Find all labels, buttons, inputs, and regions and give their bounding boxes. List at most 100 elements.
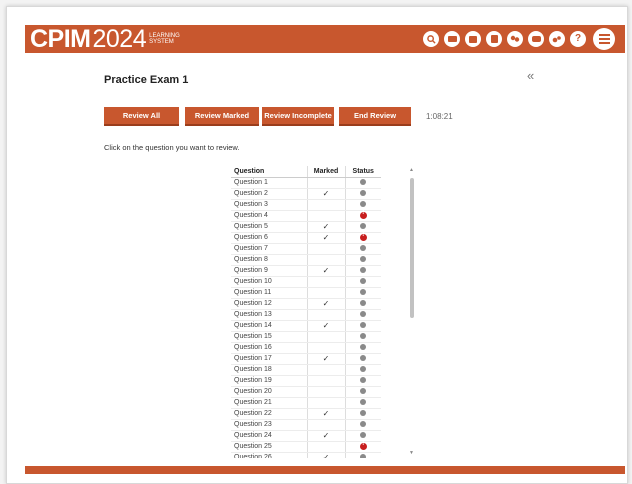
table-row[interactable]: Question 6 ✓: [231, 232, 381, 244]
table-row[interactable]: Question 3: [231, 199, 381, 211]
answered-status-icon: [360, 344, 367, 351]
table-row[interactable]: Question 18: [231, 364, 381, 376]
question-label[interactable]: Question 16: [231, 342, 307, 354]
question-label[interactable]: Question 4: [231, 210, 307, 222]
table-row[interactable]: Question 2 ✓: [231, 188, 381, 200]
question-label[interactable]: Question 23: [231, 419, 307, 431]
status-cell: [345, 177, 381, 189]
table-row[interactable]: Question 20: [231, 386, 381, 398]
table-row[interactable]: Question 13: [231, 309, 381, 321]
answered-status-icon: [360, 432, 367, 439]
table-row[interactable]: Question 14 ✓: [231, 320, 381, 332]
table-row[interactable]: Question 16: [231, 342, 381, 354]
review-incomplete-button[interactable]: Review Incomplete: [262, 107, 334, 126]
checkmark-icon: ✓: [322, 299, 330, 308]
table-row[interactable]: Question 23: [231, 419, 381, 431]
table-row[interactable]: Question 5 ✓: [231, 221, 381, 233]
question-label[interactable]: Question 26: [231, 452, 307, 458]
status-cell: [345, 232, 381, 244]
marked-cell: ✓: [306, 298, 346, 310]
question-label[interactable]: Question 10: [231, 276, 307, 288]
end-review-button[interactable]: End Review: [339, 107, 411, 126]
answered-status-icon: [360, 377, 367, 384]
status-cell: [345, 221, 381, 233]
scroll-down-icon[interactable]: ▼: [409, 450, 414, 456]
logo-year: 2024: [92, 25, 147, 53]
table-scrollbar[interactable]: ▲ ▼: [408, 166, 416, 458]
table-row[interactable]: Question 9 ✓: [231, 265, 381, 277]
checkmark-icon: ✓: [322, 354, 330, 363]
question-label[interactable]: Question 17: [231, 353, 307, 365]
menu-icon[interactable]: [593, 28, 615, 50]
checkmark-icon: ✓: [322, 189, 330, 198]
status-cell: [345, 199, 381, 211]
table-row[interactable]: Question 7: [231, 243, 381, 255]
question-label[interactable]: Question 22: [231, 408, 307, 420]
table-row[interactable]: Question 21: [231, 397, 381, 409]
table-row[interactable]: Question 26 ✓: [231, 452, 381, 458]
review-marked-button[interactable]: Review Marked: [185, 107, 259, 126]
question-label[interactable]: Question 11: [231, 287, 307, 299]
question-label[interactable]: Question 7: [231, 243, 307, 255]
instruction-text: Click on the question you want to review…: [104, 143, 240, 152]
table-row[interactable]: Question 10: [231, 276, 381, 288]
question-label[interactable]: Question 14: [231, 320, 307, 332]
marked-cell: [306, 177, 346, 189]
question-label[interactable]: Question 5: [231, 221, 307, 233]
collapse-icon[interactable]: «: [527, 68, 534, 83]
table-row[interactable]: Question 22 ✓: [231, 408, 381, 420]
question-label[interactable]: Question 24: [231, 430, 307, 442]
logo-subtitle: Learning System: [149, 33, 180, 45]
question-label[interactable]: Question 6: [231, 232, 307, 244]
question-label[interactable]: Question 25: [231, 441, 307, 453]
question-label[interactable]: Question 8: [231, 254, 307, 266]
question-label[interactable]: Question 2: [231, 188, 307, 200]
table-row[interactable]: Question 24 ✓: [231, 430, 381, 442]
messages-icon[interactable]: [528, 31, 544, 47]
answered-status-icon: [360, 179, 367, 186]
notes-icon[interactable]: [465, 31, 481, 47]
search-icon[interactable]: [423, 31, 439, 47]
question-label[interactable]: Question 13: [231, 309, 307, 321]
table-row[interactable]: Question 15: [231, 331, 381, 343]
table-row[interactable]: Question 1: [231, 177, 381, 189]
answered-status-icon: [360, 289, 367, 296]
help-icon[interactable]: ?: [570, 31, 586, 47]
question-label[interactable]: Question 3: [231, 199, 307, 211]
scroll-up-icon[interactable]: ▲: [409, 167, 414, 173]
review-all-button[interactable]: Review All: [104, 107, 179, 126]
question-label[interactable]: Question 9: [231, 265, 307, 277]
status-cell: [345, 419, 381, 431]
answered-status-icon: [360, 201, 367, 208]
marked-cell: ✓: [306, 320, 346, 332]
table-row[interactable]: Question 11: [231, 287, 381, 299]
question-label[interactable]: Question 19: [231, 375, 307, 387]
incomplete-status-icon: [359, 210, 367, 219]
table-row[interactable]: Question 4: [231, 210, 381, 222]
glossary-icon[interactable]: [486, 31, 502, 47]
question-label[interactable]: Question 21: [231, 397, 307, 409]
community-icon[interactable]: [507, 31, 523, 47]
flashcards-icon[interactable]: [444, 31, 460, 47]
marked-cell: [306, 441, 346, 453]
question-label[interactable]: Question 12: [231, 298, 307, 310]
table-row[interactable]: Question 8: [231, 254, 381, 266]
question-label[interactable]: Question 15: [231, 331, 307, 343]
settings-icon[interactable]: [549, 31, 565, 47]
marked-cell: [306, 287, 346, 299]
table-row[interactable]: Question 17 ✓: [231, 353, 381, 365]
question-label[interactable]: Question 1: [231, 177, 307, 189]
marked-cell: ✓: [306, 188, 346, 200]
marked-cell: [306, 386, 346, 398]
logo-sub-system: System: [149, 39, 174, 45]
question-label[interactable]: Question 18: [231, 364, 307, 376]
marked-cell: [306, 342, 346, 354]
table-row[interactable]: Question 19: [231, 375, 381, 387]
marked-cell: [306, 309, 346, 321]
answered-status-icon: [360, 355, 367, 362]
scrollbar-thumb[interactable]: [410, 178, 414, 318]
marked-cell: ✓: [306, 408, 346, 420]
question-label[interactable]: Question 20: [231, 386, 307, 398]
table-row[interactable]: Question 12 ✓: [231, 298, 381, 310]
table-row[interactable]: Question 25: [231, 441, 381, 453]
